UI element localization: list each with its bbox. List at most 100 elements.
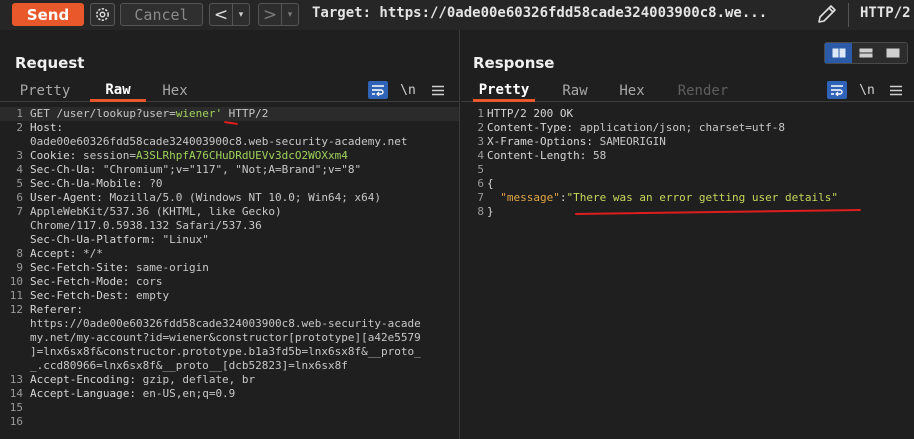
- header-value: ]=lnx6sx8f&constructor.prototype.b1a3fd5…: [30, 345, 421, 358]
- toolbar-divider: [848, 3, 849, 27]
- request-panel: Request Pretty Raw Hex \n 1 2 3 4 5 6 7 8 9 10 11 1…: [0, 30, 460, 439]
- line-number: [0, 345, 26, 359]
- request-line: GET /user/lookup?user=wiener' HTTP/2: [30, 107, 451, 121]
- send-button[interactable]: Send: [12, 3, 84, 26]
- line-number: 4: [477, 149, 484, 162]
- request-line: Referer:: [30, 303, 451, 317]
- request-line: Sec-Ch-Ua: "Chromium";v="117", "Not;A=Br…: [30, 163, 451, 177]
- request-line: Accept: */*: [30, 247, 451, 261]
- header-line: Content-Type: application/json; charset=…: [487, 121, 906, 135]
- line-number: 7: [477, 191, 484, 204]
- header-key: Accept-Language:: [30, 387, 136, 400]
- line-number: 11: [9, 289, 23, 302]
- gear-icon: [96, 8, 109, 21]
- line-number: 5: [16, 177, 23, 190]
- line-number: 1: [16, 107, 23, 120]
- header-key: Cookie:: [30, 149, 77, 162]
- protocol-label[interactable]: HTTP/2: [860, 5, 911, 21]
- highlighted-value: wiener': [175, 107, 223, 120]
- header-value: _.ccd80966=lnx6sx8f&__proto__[dcb52823]=…: [30, 359, 348, 372]
- request-line: _.ccd80966=lnx6sx8f&__proto__[dcb52823]=…: [30, 359, 451, 373]
- request-tab-hex[interactable]: Hex: [152, 80, 198, 102]
- response-tab-pretty[interactable]: Pretty: [473, 80, 535, 102]
- header-value: my.net/my-account?id=wiener&constructor[…: [30, 331, 421, 344]
- back-button[interactable]: <: [210, 4, 232, 25]
- header-value: https://0ade00e60326fdd58cade324003900c8…: [30, 317, 421, 330]
- request-line: [30, 415, 451, 429]
- target-url[interactable]: Target: https://0ade00e60326fdd58cade324…: [312, 5, 767, 21]
- header-key: Content-Type:: [487, 121, 574, 134]
- line-number: 8: [16, 247, 23, 260]
- header-value: SAMEORIGIN: [592, 135, 666, 148]
- request-editor[interactable]: 1 2 3 4 5 6 7 8 9 10 11 12 13 14 15 16 GET /user/lookup…: [0, 107, 459, 439]
- header-value: 58: [586, 149, 607, 162]
- header-key: Sec-Fetch-Site:: [30, 261, 130, 274]
- line-number: 14: [9, 387, 23, 400]
- columns-icon: [832, 48, 846, 58]
- line-number: [0, 135, 26, 149]
- line-number: 6: [477, 177, 484, 190]
- line-number: [0, 331, 26, 345]
- wrap-lines-icon: [372, 85, 384, 96]
- header-line: X-Frame-Options: SAMEORIGIN: [487, 135, 906, 149]
- header-value: Mozilla/5.0 (Windows NT 10.0; Win64; x64…: [102, 191, 382, 204]
- layout-stacked-button[interactable]: [852, 43, 879, 63]
- response-tab-hex[interactable]: Hex: [611, 80, 653, 102]
- json-message-line: "message":"There was an error getting us…: [487, 191, 906, 205]
- cancel-button[interactable]: Cancel: [120, 3, 203, 26]
- request-line: Sec-Fetch-Dest: empty: [30, 289, 451, 303]
- header-value: "Linux": [155, 233, 209, 246]
- response-menu-button[interactable]: [886, 81, 906, 99]
- response-panel: Response Pretty Raw Hex Render \n 1 2 3 …: [461, 30, 914, 439]
- response-newline-toggle[interactable]: \n: [857, 81, 877, 99]
- request-wrap-toggle[interactable]: [368, 81, 388, 99]
- line-number: 5: [477, 163, 484, 176]
- header-value: AppleWebKit/537.36 (KHTML, like Gecko): [30, 205, 282, 218]
- history-forward-group: > ▾: [258, 3, 299, 26]
- request-line: Chrome/117.0.5938.132 Safari/537.36: [30, 219, 451, 233]
- response-editor[interactable]: 12345678 HTTP/2 200 OK Content-Type: app…: [461, 107, 914, 439]
- request-line: ]=lnx6sx8f&constructor.prototype.b1a3fd5…: [30, 345, 451, 359]
- single-pane-icon: [886, 48, 900, 58]
- request-line: https://0ade00e60326fdd58cade324003900c8…: [30, 317, 451, 331]
- response-code[interactable]: HTTP/2 200 OK Content-Type: application/…: [487, 107, 906, 219]
- request-line: my.net/my-account?id=wiener&constructor[…: [30, 331, 451, 345]
- pencil-icon: [818, 5, 836, 23]
- request-tab-pretty[interactable]: Pretty: [14, 80, 76, 102]
- header-line: Content-Length: 58: [487, 149, 906, 163]
- back-history-dropdown[interactable]: ▾: [232, 4, 249, 25]
- line-number: 16: [9, 415, 23, 428]
- request-menu-button[interactable]: [428, 81, 448, 99]
- layout-side-by-side-button[interactable]: [825, 43, 853, 63]
- header-value: "Chromium";v="117", "Not;A=Brand";v="8": [96, 163, 362, 176]
- header-value: application/json; charset=utf-8: [573, 121, 786, 134]
- response-wrap-toggle[interactable]: [827, 81, 847, 99]
- edit-target-button[interactable]: [815, 4, 839, 26]
- response-tab-render[interactable]: Render: [669, 80, 737, 102]
- request-tab-raw[interactable]: Raw: [90, 80, 146, 102]
- line-number: [0, 359, 26, 373]
- json-open-brace: {: [487, 177, 494, 190]
- request-line: Accept-Encoding: gzip, deflate, br: [30, 373, 451, 387]
- wrap-lines-icon: [831, 85, 843, 96]
- header-value: gzip, deflate, br: [135, 373, 256, 386]
- header-value: empty: [129, 289, 170, 302]
- header-value: GET /user/lookup?user=: [30, 107, 176, 120]
- line-number: 10: [9, 275, 23, 288]
- request-newline-toggle[interactable]: \n: [398, 81, 418, 99]
- line-number: 3: [16, 149, 23, 162]
- header-value: en-US,en;q=0.9: [135, 387, 236, 400]
- header-value: same-origin: [129, 261, 209, 274]
- response-tab-raw[interactable]: Raw: [549, 80, 601, 102]
- header-value: */*: [76, 247, 103, 260]
- settings-button[interactable]: [90, 3, 115, 26]
- line-number: [0, 233, 26, 247]
- request-line: Cookie: session=A3SLRhpfA76CHuDRdUEVv3dc…: [30, 149, 451, 163]
- request-code[interactable]: GET /user/lookup?user=wiener' HTTP/2 Host…: [30, 107, 451, 429]
- forward-button[interactable]: >: [259, 4, 281, 25]
- header-value: cors: [129, 275, 163, 288]
- header-key: Sec-Ch-Ua-Mobile:: [30, 177, 143, 190]
- forward-history-dropdown[interactable]: ▾: [281, 4, 298, 25]
- line-number: 4: [16, 163, 23, 176]
- layout-single-button[interactable]: [880, 43, 907, 63]
